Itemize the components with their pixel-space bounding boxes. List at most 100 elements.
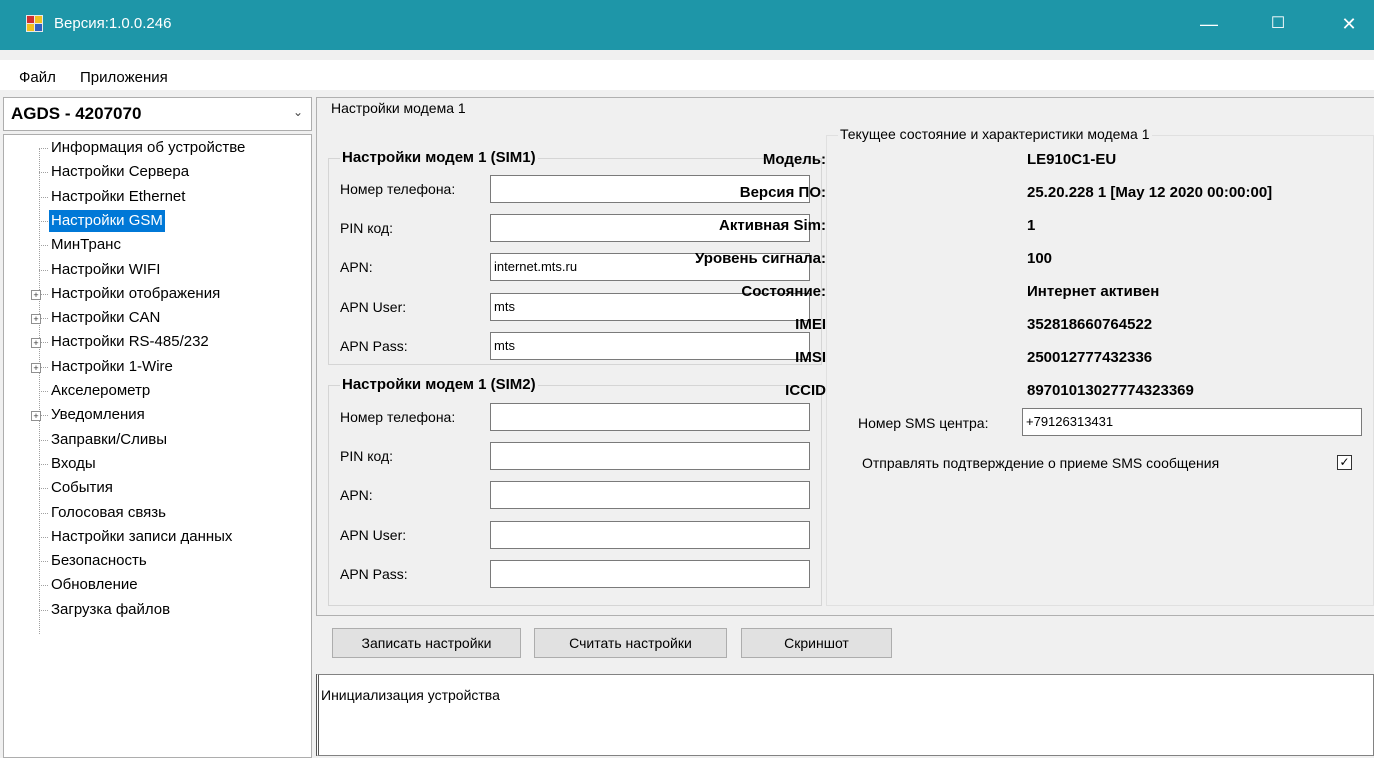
sim1-field-input[interactable]: mts [490,331,810,360]
close-button[interactable]: ✕ [1326,0,1372,50]
menu-file[interactable]: Файл [19,69,56,86]
status-label: IMSI [795,349,826,366]
tree-connector [39,512,48,514]
tree-item-label: Настройки записи данных [51,527,233,545]
write-settings-button[interactable]: Записать настройки [332,628,521,658]
sms-confirm-checkbox[interactable]: ✓ [1337,455,1352,470]
status-label: ICCID [785,382,826,399]
status-value: LE910C1-EU [1027,151,1117,168]
sim2-field-label: APN User: [340,526,407,543]
status-label: Уровень сигнала: [695,250,826,267]
status-label: IMEI [795,316,826,333]
tree-connector [39,220,48,222]
tree-connector [39,561,48,563]
tree-item-label: Информация об устройстве [51,139,246,156]
sms-confirm-label: Отправлять подтверждение о приеме SMS со… [862,455,1220,471]
status-value: 1 [1027,217,1036,234]
tree-connector [39,391,48,392]
device-select-value: AGDS - 4207070 [11,104,142,123]
modem-status-title: Текущее состояние и характеристики модем… [838,126,1152,142]
status-value: 100 [1027,250,1053,267]
expand-icon[interactable]: + [31,338,41,349]
tree-item-label: Настройки Сервера [51,163,190,181]
sim2-field-input[interactable] [490,520,810,549]
sim2-field-label: PIN код: [340,448,394,465]
sim1-field-label: PIN код: [340,220,394,237]
sim1-group-title: Настройки модем 1 (SIM1) [340,149,538,166]
tree-item-label: Настройки отображения [51,284,221,302]
sim1-field-label: APN: [340,259,373,276]
tree-item-label: Заправки/Сливы [51,430,168,448]
sim2-field-input[interactable] [490,481,810,510]
tree-connector [39,148,48,149]
expand-icon[interactable]: + [31,362,41,373]
settings-tree[interactable]: Информация об устройстве Настройки Сервер… [3,134,312,758]
sim2-field-label: Номер телефона: [340,409,456,425]
tree-connector [39,439,48,441]
status-value: 25.20.228 1 [May 12 2020 00:00:00] [1027,184,1273,201]
device-select[interactable]: AGDS - 4207070 ⌄ [3,97,312,131]
sim2-field-input[interactable] [490,403,810,431]
status-label: Модель: [762,151,826,168]
expand-icon[interactable]: + [31,289,41,300]
sim2-field-label: APN Pass: [340,565,408,582]
status-label: Состояние: [741,283,826,300]
modem-settings-title: Настройки модема 1 [329,100,468,116]
status-value: 250012777432336 [1027,349,1153,366]
log-output[interactable]: Инициализация устройства [316,674,1374,756]
title-bar: Версия:1.0.0.246 — ☐ ✕ [0,0,1374,50]
status-value: Интернет активен [1027,283,1160,300]
tree-connector [39,245,48,247]
status-label: Версия ПО: [739,184,826,201]
sim2-field-label: APN: [340,487,373,504]
tree-connector [39,585,48,587]
tree-connector [39,488,48,490]
menu-applications[interactable]: Приложения [80,69,168,86]
tree-item-label: Голосовая связь [51,503,166,521]
tree-item-label: Настройки CAN [51,309,161,327]
tree-connector [39,463,48,465]
menu-bar [0,60,1374,90]
tree-item-label: Уведомления [51,406,145,424]
maximize-button[interactable]: ☐ [1255,0,1301,50]
tree-item-label: Загрузка файлов [51,600,171,618]
tree-connector [39,196,48,198]
screenshot-button[interactable]: Скриншот [741,628,892,658]
tree-connector [39,269,48,271]
expand-icon[interactable]: + [31,411,41,422]
tree-item-label: Обновление [51,576,138,594]
app-icon [26,15,43,32]
chevron-down-icon[interactable]: ⌄ [293,105,303,119]
tree-item-label: Настройки 1-Wire [51,357,173,375]
tree-item-label: Акселерометр [51,382,151,399]
expand-icon[interactable]: + [31,314,41,325]
sim1-field-label: Номер телефона: [340,181,456,197]
window-title: Версия:1.0.0.246 [54,15,172,32]
sms-center-label: Номер SMS центра: [858,415,989,431]
minimize-button[interactable]: — [1186,0,1232,50]
tree-item-label: Настройки Ethernet [51,187,186,205]
sim2-field-input[interactable] [490,442,810,471]
tree-connector [39,172,48,174]
sim2-group-title: Настройки модем 1 (SIM2) [340,376,538,393]
read-settings-button[interactable]: Считать настройки [534,628,727,658]
sim1-field-label: APN User: [340,298,407,315]
sms-center-input[interactable]: +79126313431 [1022,408,1362,436]
tree-item-label: События [51,479,113,497]
log-text: Инициализация устройства [321,687,500,703]
tree-item-label: Настройки RS-485/232 [51,333,209,351]
status-value: 352818660764522 [1027,316,1153,333]
tree-item-label: Настройки GSM [49,209,165,232]
status-label: Активная Sim: [719,217,826,234]
tree-item-label: Входы [51,454,96,472]
checkmark-icon: ✓ [1339,455,1350,469]
sim2-field-input[interactable] [490,559,810,588]
sim1-field-label: APN Pass: [340,337,408,354]
tree-connector [39,536,48,538]
tree-connector [39,609,48,611]
tree-item-label: Настройки WIFI [51,260,161,278]
status-value: 89701013027774323369 [1027,382,1194,399]
tree-item-label: МинТранс [51,236,121,254]
modem-status-group [826,135,1374,606]
tree-item-label: Безопасность [51,552,147,570]
